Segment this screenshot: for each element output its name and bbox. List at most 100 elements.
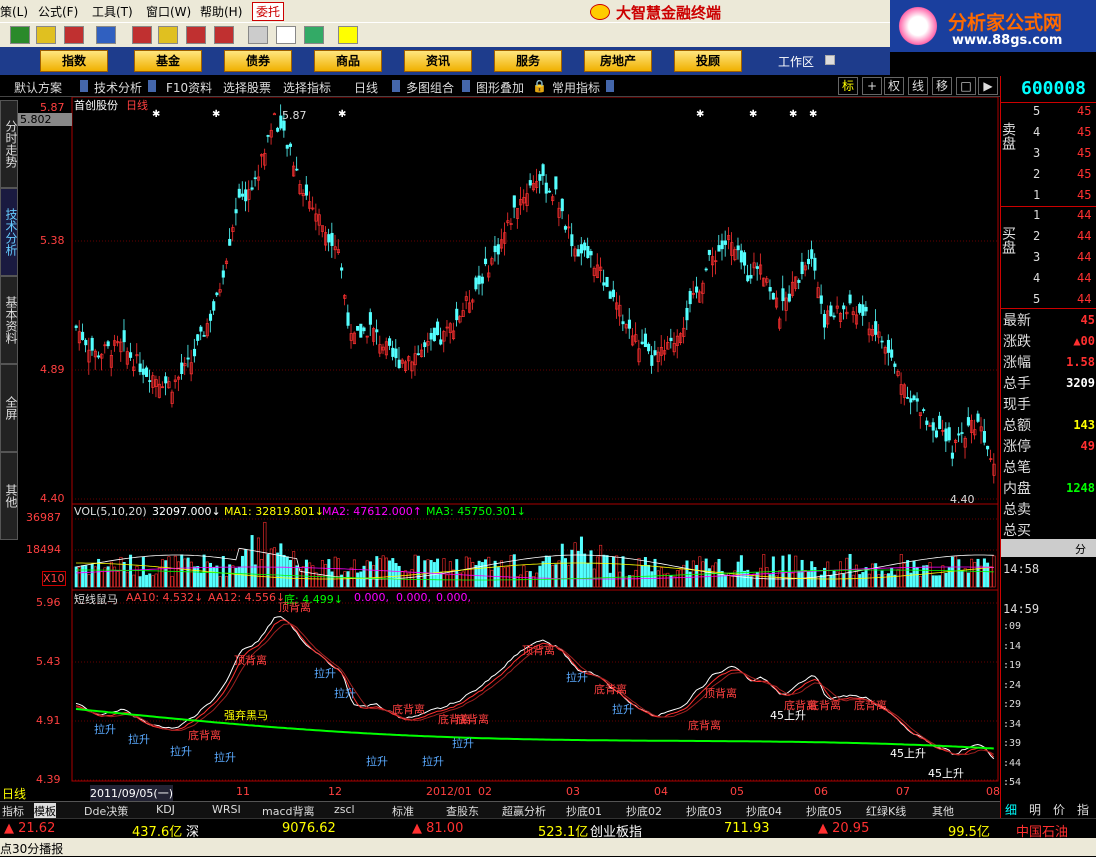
print-icon[interactable] xyxy=(248,26,268,44)
tech-dropdown-icon[interactable] xyxy=(148,80,156,92)
mode-window-button[interactable]: □ xyxy=(956,77,976,95)
alert-icon[interactable] xyxy=(132,26,152,44)
tick-tab[interactable]: 价 xyxy=(1053,801,1065,818)
workarea-label[interactable]: 工作区 xyxy=(778,53,814,70)
tick-tab[interactable]: 明 xyxy=(1029,801,1041,818)
tab-basic-info[interactable]: 基本资料 xyxy=(0,276,18,364)
menu-formula[interactable]: 公式(F) xyxy=(38,3,78,20)
kline-chart[interactable]: ✱ ✱ ✱ ✱ ✱ ✱ ✱ xyxy=(18,97,1000,801)
indicator-tab[interactable]: 抄底02 xyxy=(626,803,662,819)
volume-bar xyxy=(250,535,254,588)
menu-help[interactable]: 帮助(H) xyxy=(200,3,242,20)
f10-button[interactable]: F10资料 xyxy=(166,79,212,96)
pencil-icon[interactable] xyxy=(64,26,84,44)
mode-mark-button[interactable]: 标 xyxy=(838,77,858,95)
nav-index-button[interactable]: 指数 xyxy=(40,50,108,72)
candle xyxy=(544,174,548,203)
tab-intraday[interactable]: 分时走势 xyxy=(0,100,18,188)
scheme-dropdown-icon[interactable] xyxy=(80,80,88,92)
indicator-tab[interactable]: 抄底04 xyxy=(746,803,782,819)
books-icon[interactable] xyxy=(304,26,324,44)
mode-line-button[interactable]: 线 xyxy=(908,77,928,95)
tab-other[interactable]: 其他 xyxy=(0,452,18,540)
candle xyxy=(704,267,708,272)
period-dropdown-icon[interactable] xyxy=(392,80,400,92)
mode-rights-button[interactable]: 权 xyxy=(884,77,904,95)
nav-bond-button[interactable]: 债券 xyxy=(224,50,292,72)
tab-tech-analysis[interactable]: 技术分析 xyxy=(0,188,18,276)
chart-area[interactable]: ✱ ✱ ✱ ✱ ✱ ✱ ✱ 首创股份 日线 5.802 5.87 5.38 4.89 4.4… xyxy=(2,97,1000,802)
nav-service-button[interactable]: 服务 xyxy=(494,50,562,72)
tick-tab[interactable]: 指 xyxy=(1077,801,1089,818)
select-indicator-button[interactable]: 选择指标 xyxy=(283,79,331,96)
indicator-tab[interactable]: 指标 xyxy=(2,803,24,819)
tab-fullscreen[interactable]: 全屏 xyxy=(0,364,18,452)
tech-analysis-select[interactable]: 技术分析 xyxy=(94,79,142,96)
indicator-tab[interactable]: 查股东 xyxy=(446,803,479,819)
indicator-tab[interactable]: 抄底03 xyxy=(686,803,722,819)
workarea-dropdown-icon[interactable] xyxy=(825,55,835,65)
indicator-tab[interactable]: zscl xyxy=(334,803,355,816)
nav-commodity-button[interactable]: 商品 xyxy=(314,50,382,72)
quote-icon[interactable] xyxy=(10,26,30,44)
entrust-button[interactable]: 委托 xyxy=(252,2,285,21)
mode-cross-button[interactable]: + xyxy=(862,77,882,95)
overlay-button[interactable]: 图形叠加 xyxy=(476,79,524,96)
layout-icon[interactable] xyxy=(276,26,296,44)
candle xyxy=(224,258,229,269)
indicator-tab[interactable]: 抄底01 xyxy=(566,803,602,819)
warning-icon[interactable] xyxy=(158,26,178,44)
indicator-tab[interactable]: 红绿K线 xyxy=(866,803,906,819)
menu-strategy[interactable]: 策(L) xyxy=(0,3,28,20)
stop-icon[interactable] xyxy=(214,26,234,44)
volume-bar xyxy=(765,567,769,588)
common-indicator-dropdown-icon[interactable] xyxy=(606,80,614,92)
nav-fund-button[interactable]: 基金 xyxy=(134,50,202,72)
lock-icon[interactable]: 🔒 xyxy=(532,79,547,93)
volume-bar xyxy=(471,561,475,588)
tick-tab[interactable]: 细 xyxy=(1005,801,1017,818)
indicator-tab[interactable]: 其他 xyxy=(932,803,954,819)
tick-tab-label[interactable]: 分 xyxy=(1075,541,1086,557)
candle xyxy=(266,134,270,143)
nav-advisor-button[interactable]: 投顾 xyxy=(674,50,742,72)
mode-move-button[interactable]: 移 xyxy=(932,77,952,95)
candle xyxy=(733,246,737,262)
candle xyxy=(535,168,539,194)
chart-icon[interactable] xyxy=(36,26,56,44)
period-select[interactable]: 日线 xyxy=(354,79,378,96)
volume-bar xyxy=(861,572,865,588)
indicator-tab[interactable]: 模板 xyxy=(34,803,56,819)
candle xyxy=(608,290,612,299)
common-indicator-select[interactable]: 常用指标 xyxy=(552,79,600,96)
indicator-tab[interactable]: 标准 xyxy=(392,803,414,819)
menu-window[interactable]: 窗口(W) xyxy=(146,3,191,20)
volume-bar xyxy=(77,567,81,588)
candle xyxy=(797,278,801,290)
candle xyxy=(244,181,248,212)
indicator-tab[interactable]: Dde决策 xyxy=(84,803,128,819)
select-stock-button[interactable]: 选择股票 xyxy=(223,79,271,96)
volume-bar xyxy=(333,556,337,588)
indicator-tab[interactable]: macd背离 xyxy=(262,803,315,819)
candle xyxy=(253,170,257,187)
indicator-tab[interactable]: 抄底05 xyxy=(806,803,842,819)
multi-chart-select[interactable]: 多图组合 xyxy=(406,79,454,96)
indicator-tab[interactable]: WRSI xyxy=(212,803,241,816)
indicator-tab[interactable]: KDJ xyxy=(156,803,175,816)
volume-bar xyxy=(215,565,219,588)
indicator-tab[interactable]: 超赢分析 xyxy=(502,803,546,819)
multi-chart-dropdown-icon[interactable] xyxy=(462,80,470,92)
bell-icon[interactable] xyxy=(96,26,116,44)
tick-time: :34 xyxy=(1003,718,1022,730)
candle xyxy=(391,340,395,361)
menu-tools[interactable]: 工具(T) xyxy=(92,3,133,20)
help-cursor-icon[interactable] xyxy=(338,26,358,44)
volume-bar xyxy=(854,564,858,588)
nav-realestate-button[interactable]: 房地产 xyxy=(584,50,652,72)
mode-next-button[interactable]: ▶ xyxy=(978,77,998,95)
scheme-select[interactable]: 默认方案 xyxy=(14,79,62,96)
nav-news-button[interactable]: 资讯 xyxy=(404,50,472,72)
volume-bar xyxy=(880,570,884,588)
sync-icon[interactable] xyxy=(186,26,206,44)
